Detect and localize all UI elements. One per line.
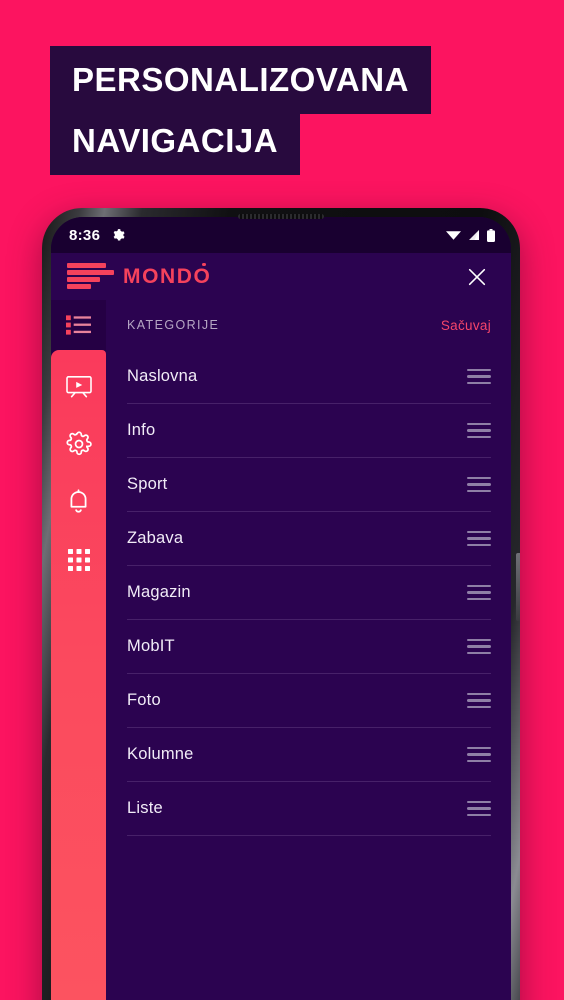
drag-handle-icon[interactable]: [467, 800, 491, 817]
save-button[interactable]: Sačuvaj: [441, 318, 491, 333]
promo-line-2: NAVIGACIJA: [50, 107, 301, 175]
drag-handle-icon[interactable]: [467, 584, 491, 601]
category-label: MobIT: [127, 637, 175, 655]
icon-rail-panel: [51, 350, 106, 1000]
status-indicators: [446, 228, 495, 242]
sidebar-item-categories[interactable]: [51, 300, 106, 350]
category-label: Zabava: [127, 529, 184, 547]
drawer-body: KATEGORIJE Sačuvaj Naslovna Info Sport Zaba…: [51, 300, 511, 1000]
app-header: MONDO: [51, 253, 511, 300]
category-label: Kolumne: [127, 745, 194, 763]
bell-icon: [67, 488, 90, 513]
table-row[interactable]: Liste: [127, 782, 491, 836]
table-row[interactable]: Foto: [127, 674, 491, 728]
drag-handle-icon[interactable]: [467, 638, 491, 655]
drag-handle-icon[interactable]: [467, 368, 491, 385]
grid-icon: [67, 548, 91, 572]
drag-handle-icon[interactable]: [467, 746, 491, 763]
categories-header: KATEGORIJE Sačuvaj: [106, 300, 511, 350]
phone-device-frame: 8:36 MONDO KATEGORIJE Sačuvaj Naslovna I…: [42, 208, 520, 1000]
table-row[interactable]: Sport: [127, 458, 491, 512]
logo-accent-dot: [202, 262, 206, 266]
battery-icon: [487, 228, 495, 242]
drag-handle-icon[interactable]: [467, 530, 491, 547]
categories-title: KATEGORIJE: [127, 318, 220, 332]
table-row[interactable]: MobIT: [127, 620, 491, 674]
sidebar-item-notifications[interactable]: [51, 472, 106, 529]
status-bar: 8:36: [51, 217, 511, 253]
table-row[interactable]: Zabava: [127, 512, 491, 566]
signal-icon: [468, 229, 480, 241]
categories-panel: KATEGORIJE Sačuvaj Naslovna Info Sport Zaba…: [106, 300, 511, 1000]
category-label: Info: [127, 421, 156, 439]
category-label: Magazin: [127, 583, 191, 601]
tv-play-icon: [65, 375, 92, 399]
category-label: Liste: [127, 799, 163, 817]
categories-list: Naslovna Info Sport Zabava Magazin MobIT Foto K…: [106, 350, 511, 836]
sidebar-item-video[interactable]: [51, 358, 106, 415]
status-time: 8:36: [69, 226, 101, 244]
drag-handle-icon[interactable]: [467, 422, 491, 439]
category-label: Naslovna: [127, 367, 198, 385]
table-row[interactable]: Info: [127, 404, 491, 458]
sidebar-item-settings[interactable]: [51, 415, 106, 472]
close-icon[interactable]: [463, 263, 491, 291]
table-row[interactable]: Kolumne: [127, 728, 491, 782]
drag-handle-icon[interactable]: [467, 692, 491, 709]
mondo-logo[interactable]: MONDO: [67, 262, 212, 290]
icon-rail: [51, 300, 106, 1000]
phone-screen: 8:36 MONDO KATEGORIJE Sačuvaj Naslovna I…: [51, 217, 511, 1000]
power-button[interactable]: [516, 553, 520, 621]
gear-icon: [65, 430, 92, 457]
table-row[interactable]: Magazin: [127, 566, 491, 620]
category-label: Sport: [127, 475, 168, 493]
drag-handle-icon[interactable]: [467, 476, 491, 493]
promo-line-1: PERSONALIZOVANA: [50, 46, 431, 114]
mondo-logo-bars-icon: [67, 263, 114, 290]
gear-icon: [111, 228, 125, 242]
earpiece-speaker: [238, 214, 324, 219]
list-icon: [66, 314, 91, 336]
wifi-icon: [446, 229, 461, 241]
table-row[interactable]: Naslovna: [127, 350, 491, 404]
sidebar-item-apps[interactable]: [51, 531, 106, 588]
mondo-logo-text: MONDO: [123, 262, 212, 288]
category-label: Foto: [127, 691, 161, 709]
